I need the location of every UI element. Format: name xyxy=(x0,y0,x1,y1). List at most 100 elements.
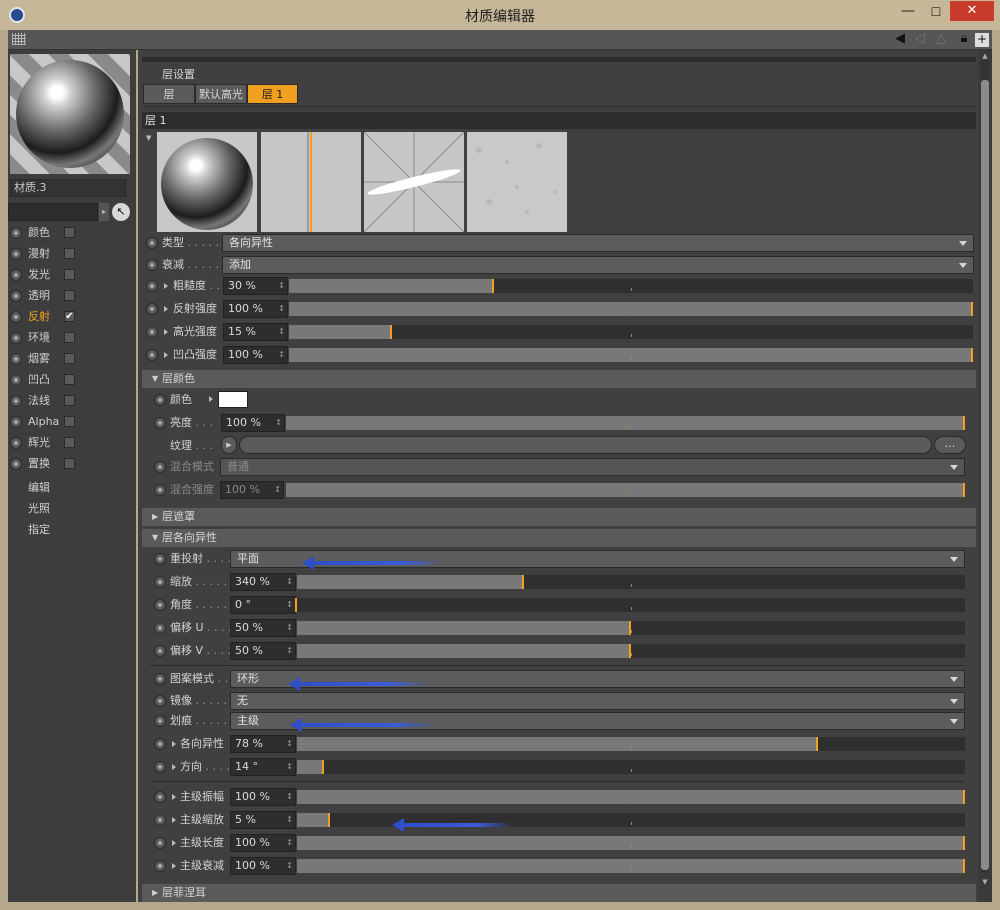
new-panel-icon[interactable]: + xyxy=(975,33,989,47)
nav-assign[interactable]: 指定 xyxy=(28,521,50,537)
primary_length-radio[interactable] xyxy=(154,837,166,849)
angle-field[interactable]: 0 ° xyxy=(230,596,296,614)
layer-fresnel-section[interactable]: ▶ 层菲涅耳 xyxy=(142,884,976,902)
mirror-dropdown[interactable]: 无 xyxy=(230,692,965,710)
channel-radio[interactable] xyxy=(10,290,22,302)
orientation-field[interactable]: 14 ° xyxy=(230,758,296,776)
channel-9[interactable]: Alpha xyxy=(10,412,130,432)
minimize-button[interactable]: — xyxy=(896,4,920,22)
tab-layer[interactable]: 层 xyxy=(143,84,195,104)
blend-strength-field[interactable]: 100 % xyxy=(220,481,284,499)
roughness-field[interactable]: 30 % xyxy=(223,277,288,295)
aniso-slider-handle[interactable] xyxy=(816,737,819,751)
reprojection-radio[interactable] xyxy=(154,553,166,565)
channel-radio[interactable] xyxy=(10,269,22,281)
collapse-arrow-icon[interactable]: ▼ xyxy=(146,134,151,142)
blend-mode-dropdown[interactable]: 普通 xyxy=(220,458,965,476)
channel-search-input[interactable] xyxy=(8,203,98,221)
primary_attenuation-radio[interactable] xyxy=(154,860,166,872)
material-name-field[interactable]: 材质.3 xyxy=(10,179,126,197)
type-radio[interactable] xyxy=(146,237,158,249)
thumb-sphere[interactable] xyxy=(157,132,257,232)
roughness-radio[interactable] xyxy=(146,280,158,292)
thumb-noise[interactable] xyxy=(467,132,567,232)
primary_amplitude-slider[interactable] xyxy=(297,790,965,804)
mirror-radio[interactable] xyxy=(154,695,166,707)
offset_u-field[interactable]: 50 % xyxy=(230,619,296,637)
color-radio[interactable] xyxy=(154,394,166,406)
aniso-radio[interactable] xyxy=(154,738,166,750)
spec_strength-radio[interactable] xyxy=(146,326,158,338)
maximize-button[interactable]: ☐ xyxy=(924,4,948,22)
aniso-field[interactable]: 78 % xyxy=(230,735,296,753)
reprojection-dropdown[interactable]: 平面 xyxy=(230,550,965,568)
layer-mask-section[interactable]: ▶ 层遮罩 xyxy=(142,508,976,526)
nav-edit[interactable]: 编辑 xyxy=(28,479,50,495)
color-expand-icon[interactable] xyxy=(209,396,213,402)
channel-checkbox[interactable] xyxy=(64,395,75,406)
channel-8[interactable]: 法线 xyxy=(10,391,130,411)
orientation-radio[interactable] xyxy=(154,761,166,773)
channel-7[interactable]: 凹凸 xyxy=(10,370,130,390)
angle-slider[interactable] xyxy=(295,598,965,612)
primary_amplitude-slider-handle[interactable] xyxy=(963,790,965,804)
primary_amplitude-field[interactable]: 100 % xyxy=(230,788,296,806)
channel-checkbox[interactable] xyxy=(64,248,75,259)
layer-fresnel-section-arrow-icon[interactable]: ▶ xyxy=(152,884,158,902)
refl_strength-radio[interactable] xyxy=(146,303,158,315)
channel-checkbox[interactable] xyxy=(64,353,75,364)
primary_length-slider-handle[interactable] xyxy=(963,836,965,850)
channel-5[interactable]: 环境 xyxy=(10,328,130,348)
layer-anisotropy-section[interactable]: ▼ 层各向异性 xyxy=(142,529,976,547)
primary_attenuation-expand-icon[interactable] xyxy=(172,863,176,869)
primary_attenuation-slider-handle[interactable] xyxy=(963,859,965,873)
bump_strength-field[interactable]: 100 % xyxy=(223,346,288,364)
aniso-slider[interactable] xyxy=(297,737,965,751)
material-preview[interactable] xyxy=(10,54,130,174)
channel-checkbox[interactable] xyxy=(64,269,75,280)
texture-browse-button[interactable]: ... xyxy=(934,436,966,454)
layer-color-section-arrow-icon[interactable]: ▼ xyxy=(152,370,158,388)
channel-radio[interactable] xyxy=(10,395,22,407)
channel-11[interactable]: 置换 xyxy=(10,454,130,474)
channel-checkbox[interactable] xyxy=(64,227,75,238)
refl_strength-slider[interactable] xyxy=(289,302,973,316)
channel-checkbox[interactable]: ✔ xyxy=(64,311,75,322)
forward-arrow-icon[interactable]: ◁ xyxy=(912,31,928,46)
channel-1[interactable]: 漫射 xyxy=(10,244,130,264)
channel-0[interactable]: 颜色 xyxy=(10,223,130,243)
primary_length-expand-icon[interactable] xyxy=(172,840,176,846)
scale-slider[interactable] xyxy=(297,575,965,589)
brightness-radio[interactable] xyxy=(154,417,166,429)
roughness-expand-icon[interactable] xyxy=(164,283,168,289)
primary_attenuation-field[interactable]: 100 % xyxy=(230,857,296,875)
offset_u-radio[interactable] xyxy=(154,622,166,634)
tab-default-specular[interactable]: 默认高光 xyxy=(195,84,247,104)
channel-radio[interactable] xyxy=(10,353,22,365)
spec_strength-expand-icon[interactable] xyxy=(164,329,168,335)
back-arrow-icon[interactable]: ◀ xyxy=(892,31,908,46)
channel-radio[interactable] xyxy=(10,332,22,344)
layer-anisotropy-section-arrow-icon[interactable]: ▼ xyxy=(152,529,158,547)
angle-slider-handle[interactable] xyxy=(295,598,297,612)
refl_strength-expand-icon[interactable] xyxy=(164,306,168,312)
layer-color-section[interactable]: ▼ 层颜色 xyxy=(142,370,976,388)
orientation-slider[interactable] xyxy=(297,760,965,774)
thumb-stretch[interactable] xyxy=(261,132,361,232)
attenuation-radio[interactable] xyxy=(146,259,158,271)
channel-radio[interactable] xyxy=(10,458,22,470)
angle-radio[interactable] xyxy=(154,599,166,611)
channel-3[interactable]: 透明 xyxy=(10,286,130,306)
channel-radio[interactable] xyxy=(10,311,22,323)
channel-radio[interactable] xyxy=(10,374,22,386)
grid-menu-icon[interactable] xyxy=(12,33,26,45)
primary_scale-radio[interactable] xyxy=(154,814,166,826)
primary_scale-expand-icon[interactable] xyxy=(172,817,176,823)
up-arrow-icon[interactable]: △ xyxy=(933,31,949,46)
primary_scale-field[interactable]: 5 % xyxy=(230,811,296,829)
spec_strength-slider[interactable] xyxy=(289,325,973,339)
aniso-expand-icon[interactable] xyxy=(172,741,176,747)
channel-6[interactable]: 烟雾 xyxy=(10,349,130,369)
channel-checkbox[interactable] xyxy=(64,290,75,301)
texture-field[interactable] xyxy=(239,436,932,454)
